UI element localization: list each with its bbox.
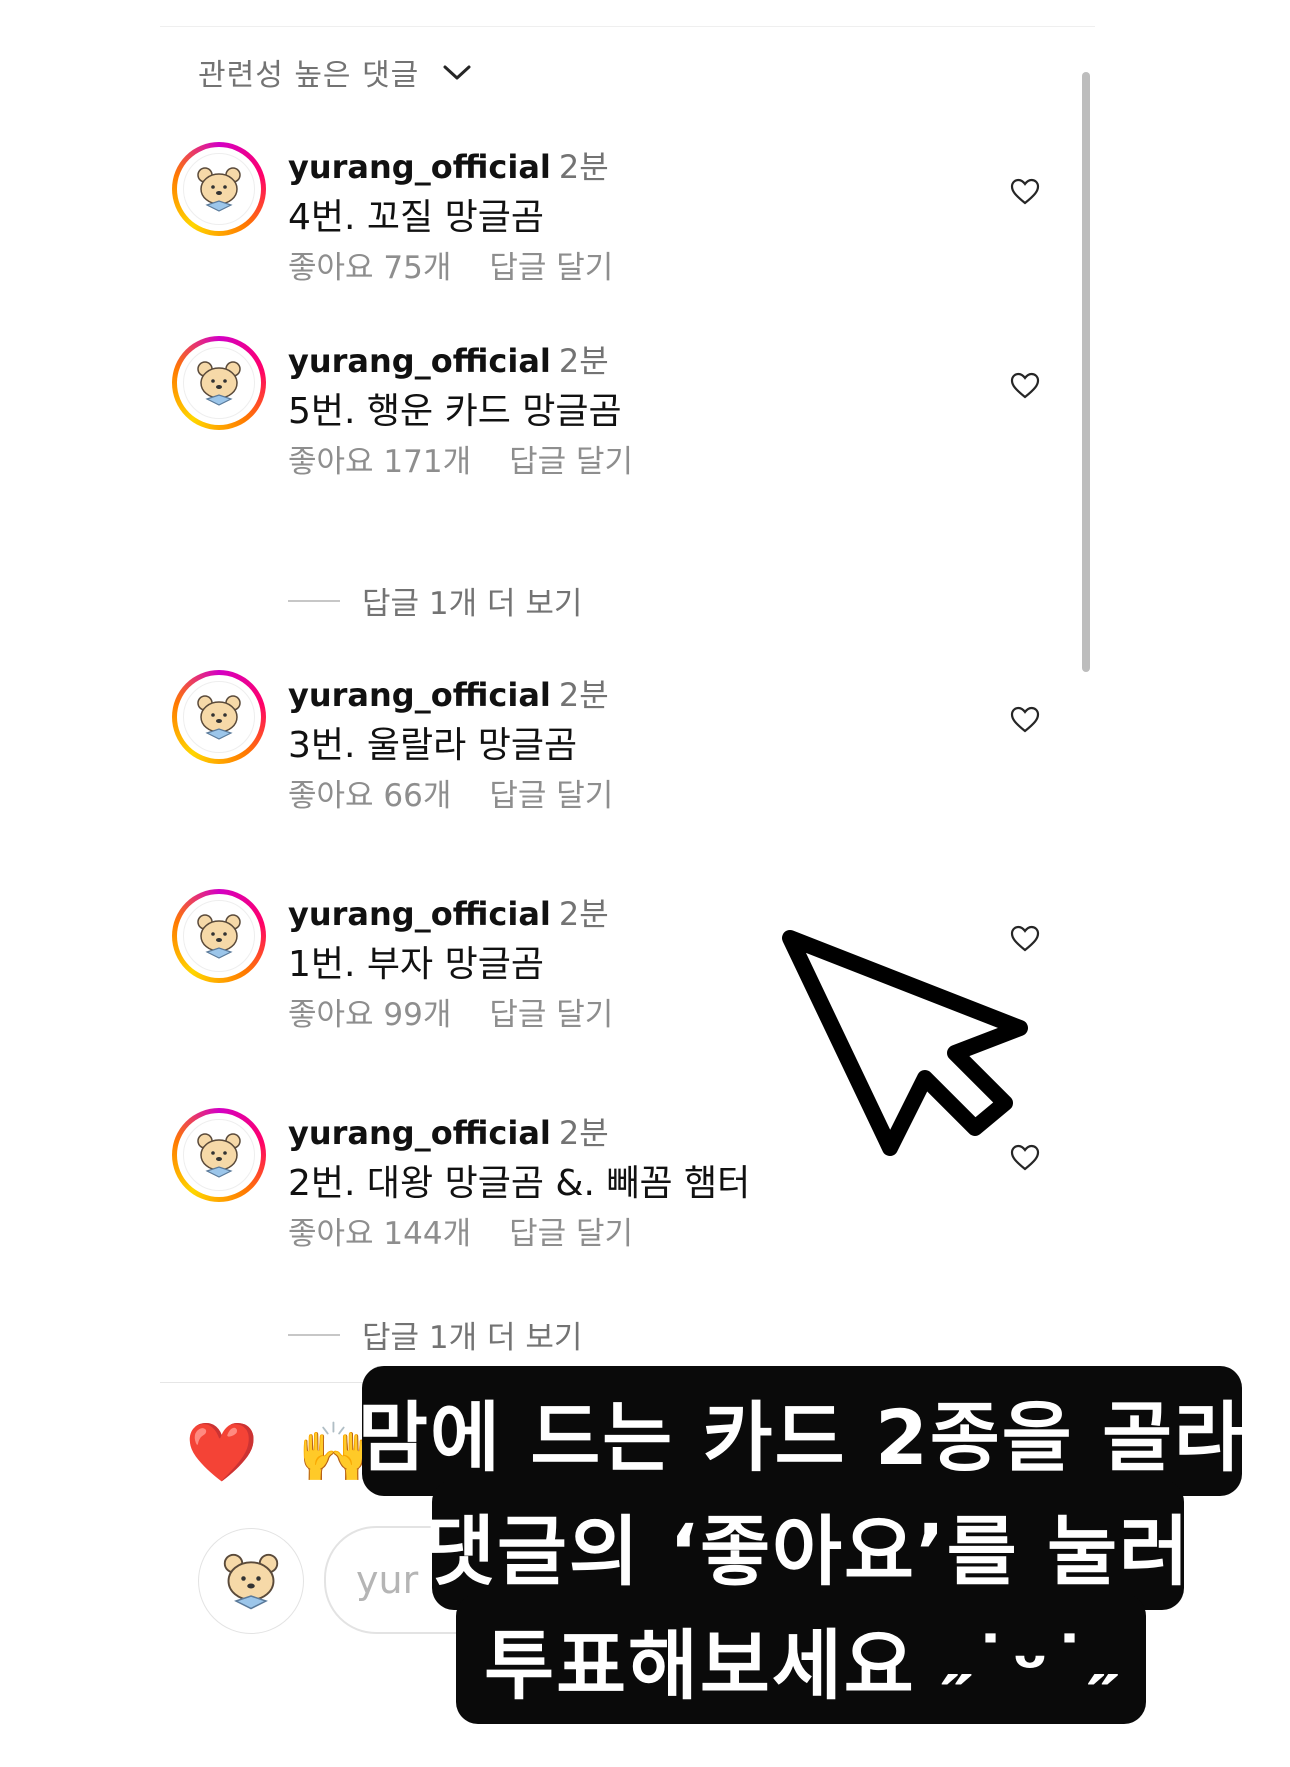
avatar[interactable] [172, 1108, 266, 1202]
reply-button[interactable]: 답글 달기 [489, 989, 613, 1034]
comment-text: 4번. 꼬질 망글곰 [288, 197, 544, 238]
comment-author[interactable]: yurang_official [288, 1114, 551, 1152]
bear-avatar-icon [223, 1553, 279, 1610]
avatar[interactable] [172, 670, 266, 764]
comment-time: 2분 [558, 148, 609, 186]
avatar[interactable] [172, 889, 266, 983]
comment-item: yurang_official 2분 3번. 울랄라 망글곰 좋아요 66개 답글… [172, 670, 1072, 830]
reply-button[interactable]: 답글 달기 [489, 770, 613, 815]
comment-time: 2분 [558, 676, 609, 714]
heart-icon[interactable] [1009, 176, 1041, 208]
quick-reactions: ❤️ 🙌 [186, 1418, 370, 1486]
avatar[interactable] [172, 142, 266, 236]
bear-avatar-icon [197, 695, 241, 740]
comment-text: 5번. 행운 카드 망글곰 [288, 391, 622, 432]
current-user-avatar [198, 1528, 304, 1634]
comment-time: 2분 [558, 1114, 609, 1152]
comment-author[interactable]: yurang_official [288, 676, 551, 714]
view-more-replies[interactable]: 답글 1개 더 보기 [288, 578, 582, 623]
chevron-down-icon [443, 65, 471, 80]
scrollbar[interactable] [1082, 72, 1090, 672]
bear-avatar-icon [197, 914, 241, 959]
reply-button[interactable]: 답글 달기 [509, 1208, 633, 1253]
likes-count[interactable]: 좋아요 171개 [288, 436, 471, 481]
comment-text: 2번. 대왕 망글곰 &. 빼꼼 햄터 [288, 1163, 751, 1204]
comment-author[interactable]: yurang_official [288, 895, 551, 933]
comment-time: 2분 [558, 895, 609, 933]
comment-item: yurang_official 2분 5번. 행운 카드 망글곰 좋아요 171개… [172, 336, 1072, 496]
heart-emoji-reaction[interactable]: ❤️ [186, 1418, 258, 1486]
caption-line-1: 맘에 드는 카드 2종을 골라 [358, 1366, 1244, 1496]
caption-line-3: 투표해보세요 ˶˙ᵕ˙˶ [456, 1594, 1146, 1724]
likes-count[interactable]: 좋아요 144개 [288, 1208, 471, 1253]
comment-text: 1번. 부자 망글곰 [288, 944, 544, 985]
likes-count[interactable]: 좋아요 99개 [288, 989, 451, 1034]
reply-button[interactable]: 답글 달기 [509, 436, 633, 481]
sort-label: 관련성 높은 댓글 [198, 58, 420, 93]
comment-item: yurang_official 2분 4번. 꼬질 망글곰 좋아요 75개 답글 … [172, 142, 1072, 302]
comment-author[interactable]: yurang_official [288, 148, 551, 186]
bear-avatar-icon [197, 167, 241, 212]
reply-button[interactable]: 답글 달기 [489, 242, 613, 287]
heart-icon[interactable] [1009, 370, 1041, 402]
raised-hands-emoji-reaction[interactable]: 🙌 [298, 1418, 370, 1486]
comment-input-placeholder: yur [356, 1558, 419, 1602]
view-more-replies-label: 답글 1개 더 보기 [362, 586, 583, 622]
likes-count[interactable]: 좋아요 66개 [288, 770, 451, 815]
top-divider [160, 26, 1095, 27]
comment-text: 3번. 울랄라 망글곰 [288, 725, 578, 766]
reply-line [288, 599, 340, 602]
caption-line-2: 댓글의 ‘좋아요’를 눌러 [425, 1480, 1189, 1610]
bear-avatar-icon [197, 361, 241, 406]
heart-icon[interactable] [1009, 704, 1041, 736]
view-more-replies[interactable]: 답글 1개 더 보기 [288, 1312, 582, 1357]
avatar[interactable] [172, 336, 266, 430]
comment-time: 2분 [558, 342, 609, 380]
cursor-arrow-icon [782, 930, 1028, 1156]
comment-author[interactable]: yurang_official [288, 342, 551, 380]
likes-count[interactable]: 좋아요 75개 [288, 242, 451, 287]
view-more-replies-label: 답글 1개 더 보기 [362, 1320, 583, 1356]
reply-line [288, 1333, 340, 1336]
bear-avatar-icon [197, 1133, 241, 1178]
sort-dropdown[interactable]: 관련성 높은 댓글 [198, 50, 473, 94]
